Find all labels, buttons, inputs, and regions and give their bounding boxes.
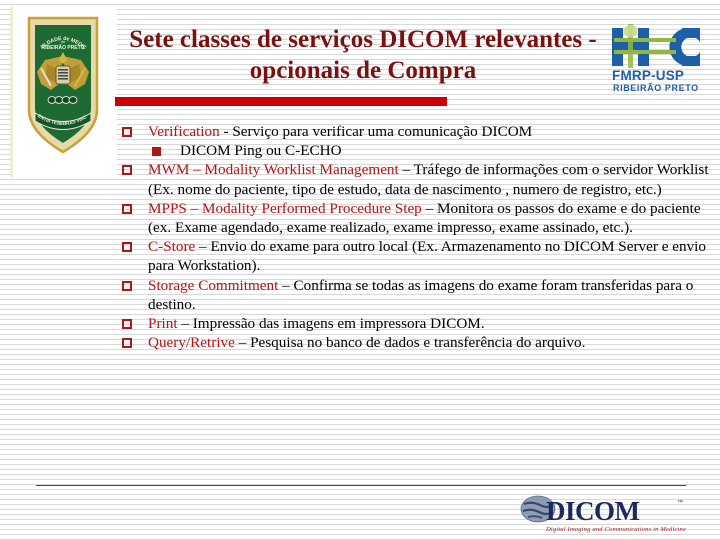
- list-item-term: Query/Retrive: [148, 334, 235, 352]
- dicom-logo: DICOM ™ Digital Imaging and Communicatio…: [520, 492, 690, 534]
- page-title: Sete classes de serviços DICOM relevante…: [129, 26, 597, 84]
- square-outline-bullet-icon: [122, 242, 132, 253]
- svg-text:DICOM: DICOM: [546, 496, 640, 526]
- list-item-text: DICOM Ping ou C-ECHO: [180, 142, 342, 160]
- list-item-text: – Envio do exame para outro local (Ex. A…: [148, 238, 706, 275]
- list-item: Verification - Serviço para verificar um…: [118, 122, 710, 141]
- footer-divider: [36, 485, 686, 486]
- list-item-text: - Serviço para verificar uma comunicação…: [219, 123, 533, 140]
- svg-text:de: de: [61, 39, 66, 44]
- list-item-term: C-Store: [148, 238, 196, 256]
- title-accent-bar: [115, 97, 447, 106]
- list-item-term: Verification: [148, 123, 220, 140]
- crest-panel: FACULDADE de MEDICINA de RIBEIRÃO PRETO: [10, 6, 117, 178]
- bullet-list: Verification - Serviço para verificar um…: [118, 122, 710, 352]
- list-item: Print – Impressão das imagens em impress…: [118, 314, 710, 333]
- list-item: DICOM Ping ou C-ECHO: [118, 141, 710, 160]
- list-item: Query/Retrive – Pesquisa no banco de dad…: [118, 333, 710, 352]
- square-outline-bullet-icon: [122, 319, 132, 330]
- hc-fmrp-usp-logo: FMRP-USP RIBEIRÃO PRETO: [608, 22, 712, 94]
- square-outline-bullet-icon: [122, 338, 132, 349]
- square-filled-bullet-icon: [152, 147, 161, 157]
- list-item-term: Storage Commitment: [148, 276, 279, 294]
- list-item-text: – Pesquisa no banco de dados e transferê…: [234, 334, 586, 352]
- list-item-term: MWM – Modality Worklist Management: [148, 161, 399, 179]
- square-outline-bullet-icon: [122, 203, 132, 214]
- slide-canvas: FACULDADE de MEDICINA de RIBEIRÃO PRETO: [0, 0, 720, 540]
- svg-text:RIBEIRÃO PRETO: RIBEIRÃO PRETO: [613, 83, 699, 93]
- square-outline-bullet-icon: [122, 127, 132, 137]
- svg-text:RIBEIRÃO PRETO: RIBEIRÃO PRETO: [42, 44, 85, 51]
- svg-text:™: ™: [677, 499, 683, 506]
- square-outline-bullet-icon: [122, 280, 132, 291]
- list-item: MPPS – Modality Performed Procedure Step…: [118, 199, 710, 237]
- list-item: C-Store – Envio do exame para outro loca…: [118, 237, 710, 275]
- svg-text:Digital Imaging and Communicat: Digital Imaging and Communications in Me…: [545, 526, 686, 533]
- list-item-term: MPPS – Modality Performed Procedure Step: [148, 199, 422, 217]
- list-item: MWM – Modality Worklist Management – Trá…: [118, 160, 710, 198]
- list-item-term: Print: [148, 315, 178, 333]
- svg-text:FMRP-USP: FMRP-USP: [612, 68, 684, 83]
- square-outline-bullet-icon: [122, 165, 132, 176]
- faculdade-medicina-crest-icon: FACULDADE de MEDICINA de RIBEIRÃO PRETO: [25, 14, 101, 156]
- list-item-text: – Impressão das imagens em impressora DI…: [177, 315, 485, 333]
- list-item: Storage Commitment – Confirma se todas a…: [118, 276, 710, 314]
